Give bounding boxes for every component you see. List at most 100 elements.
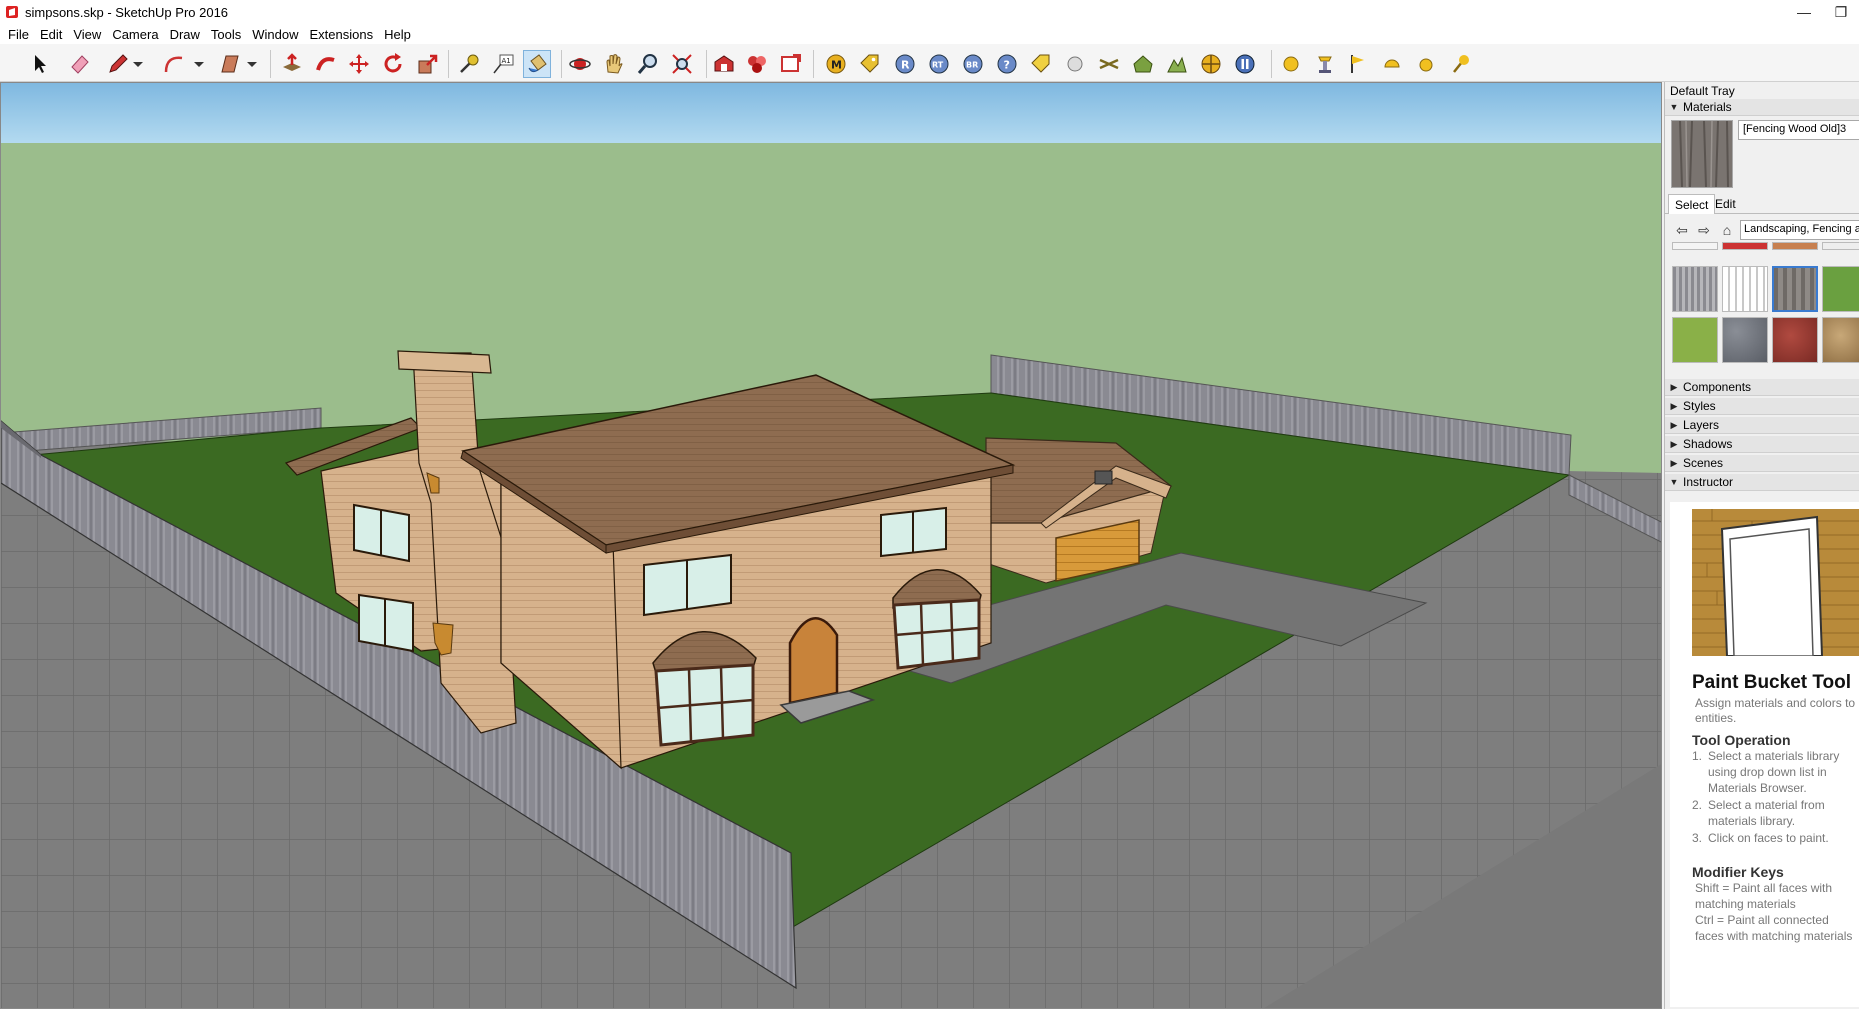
tab-edit[interactable]: Edit: [1709, 194, 1742, 214]
paint-bucket-icon[interactable]: [523, 50, 551, 78]
plugin-br-icon[interactable]: BR: [959, 50, 987, 78]
layers-panel-header[interactable]: ▶ Layers: [1665, 417, 1859, 434]
house-model-scene[interactable]: [1, 83, 1662, 1009]
menu-extensions[interactable]: Extensions: [308, 27, 383, 42]
panel-label: Components: [1683, 380, 1752, 394]
arc-dropdown-icon[interactable]: [191, 50, 207, 78]
sun-icon[interactable]: [1277, 50, 1305, 78]
materials-panel-header[interactable]: ▼ Materials: [1665, 99, 1859, 116]
svg-text:M: M: [831, 59, 842, 72]
panel-label: Layers: [1683, 418, 1720, 432]
window-title: simpsons.skp - SketchUp Pro 2016: [25, 4, 229, 20]
pan-icon[interactable]: [600, 50, 628, 78]
modifier-keys-heading: Modifier Keys: [1692, 864, 1784, 880]
menu-help[interactable]: Help: [382, 27, 420, 42]
back-arrow-icon[interactable]: ⇦: [1673, 221, 1691, 239]
panel-label: Instructor: [1683, 475, 1734, 489]
arc-icon[interactable]: [160, 50, 188, 78]
text-icon[interactable]: A1: [489, 50, 517, 78]
zoom-extents-icon[interactable]: [668, 50, 696, 78]
plugin-ball-icon[interactable]: [1412, 50, 1440, 78]
step-number: 1.: [1692, 749, 1703, 763]
zoom-icon[interactable]: [634, 50, 662, 78]
push-pull-icon[interactable]: [278, 50, 306, 78]
help-icon[interactable]: ?: [993, 50, 1021, 78]
step-number: 2.: [1692, 798, 1703, 812]
minimize-icon[interactable]: —: [1786, 0, 1822, 24]
model-viewport[interactable]: [0, 82, 1662, 1009]
material-swatch-grass[interactable]: [1822, 266, 1859, 312]
rectangle-icon[interactable]: [216, 50, 244, 78]
plugin-house-icon[interactable]: [1129, 50, 1157, 78]
pencil-dropdown-icon[interactable]: [130, 50, 146, 78]
menu-window[interactable]: Window: [250, 27, 307, 42]
pause-icon[interactable]: [1231, 50, 1259, 78]
menu-view[interactable]: View: [71, 27, 110, 42]
plugin-dome-icon[interactable]: [1378, 50, 1406, 78]
instructor-panel-header[interactable]: ▼ Instructor: [1665, 474, 1859, 491]
follow-me-icon[interactable]: [312, 50, 340, 78]
menu-file[interactable]: File: [6, 27, 38, 42]
plugin-r-icon[interactable]: R: [891, 50, 919, 78]
pencil-icon[interactable]: [104, 50, 132, 78]
material-name-field[interactable]: [Fencing Wood Old]3: [1738, 120, 1859, 140]
materials-tabs: Select Edit: [1665, 194, 1859, 214]
plugin-m-icon[interactable]: M: [822, 50, 850, 78]
plugin-wand-icon[interactable]: [1446, 50, 1474, 78]
instructor-content: Paint Bucket Tool Assign materials and c…: [1670, 502, 1859, 1007]
plugin-rt-icon[interactable]: RT: [925, 50, 953, 78]
styles-panel-header[interactable]: ▶ Styles: [1665, 398, 1859, 415]
home-icon[interactable]: ⌂: [1718, 221, 1736, 239]
plugin-trim-icon[interactable]: [1095, 50, 1123, 78]
material-swatch-fence-gray[interactable]: [1672, 266, 1718, 312]
warehouse-icon[interactable]: [710, 50, 738, 78]
restore-icon[interactable]: ❐: [1823, 0, 1859, 24]
collapse-triangle-icon: ▼: [1669, 102, 1679, 112]
plugin-flag-icon[interactable]: [1344, 50, 1372, 78]
svg-text:?: ?: [1004, 59, 1010, 72]
material-swatch-red-mulch[interactable]: [1772, 317, 1818, 363]
material-swatch-fence-white[interactable]: [1722, 266, 1768, 312]
layout-icon[interactable]: [777, 50, 805, 78]
eraser-icon[interactable]: [66, 50, 94, 78]
material-swatch[interactable]: [1772, 242, 1818, 250]
plugin-target-icon[interactable]: [1197, 50, 1225, 78]
scenes-panel-header[interactable]: ▶ Scenes: [1665, 455, 1859, 472]
components-panel-header[interactable]: ▶ Components: [1665, 379, 1859, 396]
select-arrow-icon[interactable]: [26, 50, 54, 78]
material-swatch[interactable]: [1822, 242, 1859, 250]
material-swatch-fencing-wood-old[interactable]: [1772, 266, 1818, 312]
plugin-terrain-icon[interactable]: [1163, 50, 1191, 78]
menu-tools[interactable]: Tools: [209, 27, 250, 42]
material-swatch-stone[interactable]: [1822, 317, 1859, 363]
material-swatch[interactable]: [1722, 242, 1768, 250]
shadows-panel-header[interactable]: ▶ Shadows: [1665, 436, 1859, 453]
garage-vent: [1094, 470, 1113, 485]
scale-icon[interactable]: [414, 50, 442, 78]
material-swatch-lawn[interactable]: [1672, 317, 1718, 363]
plugin-sphere-icon[interactable]: [1061, 50, 1089, 78]
plugin-label-icon[interactable]: [1027, 50, 1055, 78]
menu-camera[interactable]: Camera: [110, 27, 167, 42]
menu-draw[interactable]: Draw: [168, 27, 209, 42]
instruction-step: 3. Click on faces to paint.: [1692, 830, 1859, 846]
rectangle-dropdown-icon[interactable]: [244, 50, 260, 78]
rotate-icon[interactable]: [379, 50, 407, 78]
menu-edit[interactable]: Edit: [38, 27, 71, 42]
tool-operation-heading: Tool Operation: [1692, 732, 1791, 748]
move-icon[interactable]: [345, 50, 373, 78]
library-dropdown[interactable]: Landscaping, Fencing and: [1740, 220, 1859, 240]
plugin-tag-icon[interactable]: [856, 50, 884, 78]
plugin-pedestal-icon[interactable]: [1311, 50, 1339, 78]
orbit-icon[interactable]: [566, 50, 594, 78]
extension-warehouse-icon[interactable]: [743, 50, 771, 78]
expand-triangle-icon: ▶: [1670, 438, 1678, 449]
forward-arrow-icon[interactable]: ⇨: [1695, 221, 1713, 239]
toolbar-separator: [706, 50, 707, 78]
svg-text:RT: RT: [932, 61, 944, 70]
panel-label: Shadows: [1683, 437, 1733, 451]
material-preview[interactable]: [1671, 120, 1733, 188]
material-swatch[interactable]: [1672, 242, 1718, 250]
material-swatch-gravel[interactable]: [1722, 317, 1768, 363]
tape-measure-icon[interactable]: [455, 50, 483, 78]
